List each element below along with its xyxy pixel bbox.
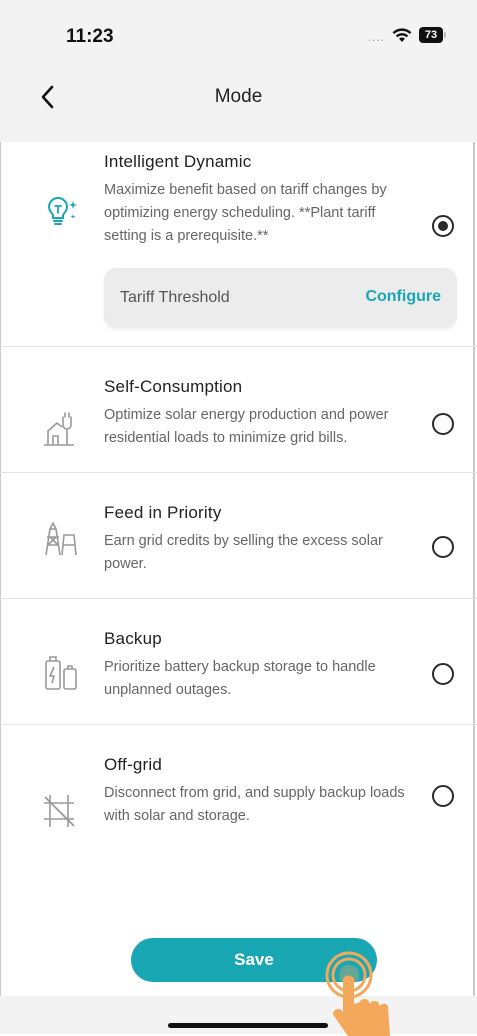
radio-intelligent-dynamic[interactable] [432,215,454,237]
mode-title: Feed in Priority [104,503,222,522]
status-time: 11:23 [66,26,114,47]
mode-option-intelligent-dynamic[interactable]: Intelligent Dynamic Maximize benefit bas… [0,142,477,347]
wifi-icon [392,27,412,42]
status-bar: 11:23 .... 73 [0,0,477,68]
bulb-sparkle-icon [47,196,77,225]
off-grid-icon [44,795,75,827]
power-tower-icon [45,522,77,556]
mode-description: Prioritize battery backup storage to han… [104,659,376,698]
configure-link[interactable]: Configure [365,288,441,306]
top-spacer [0,128,477,142]
mode-title: Intelligent Dynamic [104,152,252,171]
status-indicators: .... 73 [367,26,446,44]
page-title: Mode [214,86,263,107]
mode-description: Maximize benefit based on tariff changes… [104,182,387,244]
mode-option-backup[interactable]: Backup Prioritize battery backup storage… [0,599,477,725]
mode-list: Intelligent Dynamic Maximize benefit bas… [0,128,477,852]
tariff-threshold-card: Tariff Threshold Configure [104,268,457,328]
mode-option-feed-in-priority[interactable]: Feed in Priority Earn grid credits by se… [0,473,477,599]
nav-bar: Mode [0,68,477,128]
tap-hand-icon [325,951,390,1036]
signal-dots-icon: .... [367,30,385,44]
battery-icon: 73 [419,27,446,43]
mode-title: Off-grid [104,755,162,774]
mode-title: Self-Consumption [104,377,243,396]
radio-feed-in-priority[interactable] [432,536,454,558]
mode-title: Backup [104,629,162,648]
radio-off-grid[interactable] [432,785,454,807]
mode-option-self-consumption[interactable]: Self-Consumption Optimize solar energy p… [0,347,477,473]
home-plug-icon [44,412,74,446]
mode-option-off-grid[interactable]: Off-grid Disconnect from grid, and suppl… [0,725,477,852]
radio-backup[interactable] [432,663,454,685]
home-indicator [168,1023,328,1028]
mode-description: Earn grid credits by selling the excess … [104,533,383,572]
battery-backup-icon [45,656,77,690]
mode-description: Disconnect from grid, and supply backup … [104,785,405,824]
mode-description: Optimize solar energy production and pow… [104,407,389,446]
radio-self-consumption[interactable] [432,413,454,435]
tariff-threshold-label: Tariff Threshold [120,289,230,306]
